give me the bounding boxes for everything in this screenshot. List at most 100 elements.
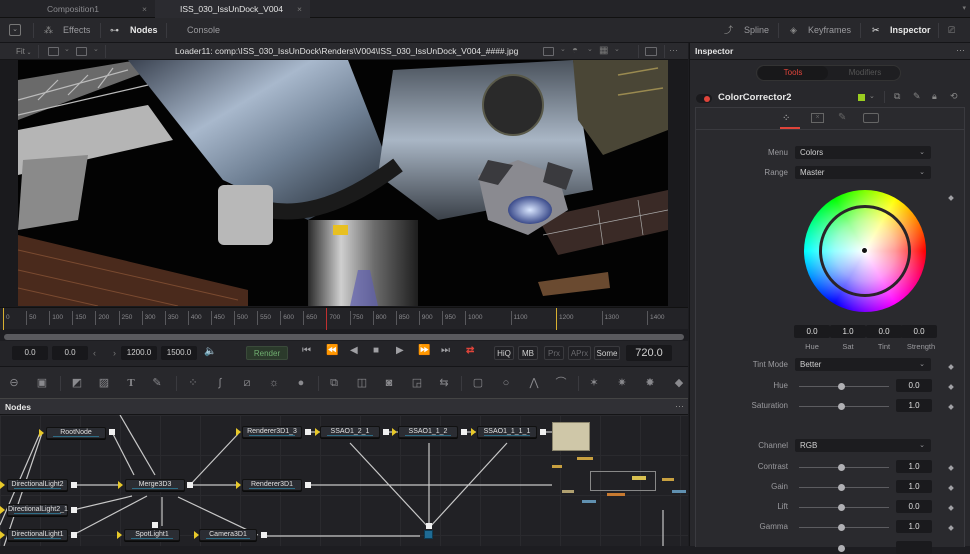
chevron-down-icon[interactable]: ⌄	[93, 45, 99, 53]
emitter-tool-icon[interactable]: ✶	[588, 377, 600, 389]
time-scrollbar[interactable]	[4, 334, 684, 340]
loader-tool-icon[interactable]: ▣	[36, 377, 48, 389]
fullscreen-icon[interactable]: ⎚	[948, 18, 955, 43]
merge-tool-icon[interactable]: ▨	[98, 377, 110, 389]
node-renderer3d1[interactable]: Renderer3D1	[242, 479, 302, 491]
keyframe-icon[interactable]	[948, 384, 954, 390]
text-tool-icon[interactable]: T	[125, 377, 137, 389]
go-to-start-icon[interactable]: ⏮	[302, 345, 311, 356]
node-directionallight2[interactable]: DirectionalLight2	[7, 479, 68, 491]
play-reverse-icon[interactable]: ◀	[350, 345, 358, 356]
hue-slider-knob[interactable]	[838, 383, 845, 390]
particle-render-icon[interactable]: ✸	[644, 377, 656, 389]
tool-color-swatch[interactable]	[858, 94, 865, 101]
matte-tool-icon[interactable]: ●	[295, 377, 307, 389]
keyframe-icon[interactable]	[948, 404, 954, 410]
brightness-slider-knob[interactable]	[838, 545, 845, 552]
polygon-mask-icon[interactable]: ⋀	[528, 377, 540, 389]
color-curves-tool-icon[interactable]: ∫	[214, 377, 226, 389]
color-tab-icon[interactable]: ⁘	[782, 113, 790, 124]
proxy-toggle[interactable]: Prx	[544, 346, 564, 360]
keyframe-icon[interactable]	[948, 465, 954, 471]
play-icon[interactable]: ▶	[396, 345, 404, 356]
contrast-slider-knob[interactable]	[838, 464, 845, 471]
node-ssao1-1-1-1[interactable]: SSAO1_1_1_1	[477, 426, 537, 438]
particle-force-icon[interactable]: ✷	[616, 377, 628, 389]
brightness-field[interactable]	[896, 541, 932, 554]
saturation-field[interactable]: 1.0	[896, 399, 932, 412]
lock-icon[interactable]: 🔒︎	[932, 91, 937, 102]
playhead[interactable]	[326, 308, 328, 330]
chevron-down-icon[interactable]: ⌄	[560, 45, 566, 53]
shape3d-tool-icon[interactable]: ◆	[673, 377, 685, 389]
paint-tool-icon[interactable]: ✎	[151, 377, 163, 389]
gain-field[interactable]: 1.0	[896, 480, 932, 493]
tab-composition1[interactable]: Composition1 ×	[10, 0, 155, 18]
spline-button[interactable]: Spline	[744, 18, 769, 43]
color-corrector-tool-icon[interactable]: ⧄	[241, 377, 253, 389]
color-wheel[interactable]	[804, 190, 926, 312]
levels-tab-icon[interactable]: ×	[811, 113, 824, 123]
chevron-left-icon[interactable]: ‹	[93, 348, 96, 358]
wheel-hue-field[interactable]: 0.0	[794, 325, 830, 338]
wheel-tint-field[interactable]: 0.0	[866, 325, 902, 338]
effects-button[interactable]: Effects	[63, 18, 90, 43]
tab-modifiers[interactable]: Modifiers	[830, 66, 900, 80]
keyframe-icon[interactable]	[948, 485, 954, 491]
motion-blur-toggle[interactable]: MB	[518, 346, 538, 360]
render-end-field[interactable]: 1200.0	[121, 346, 157, 360]
ellipse-mask-icon[interactable]: ○	[500, 377, 512, 389]
nodes-options-button[interactable]: ···	[675, 399, 684, 414]
channel-dropdown[interactable]: RGB ⌄	[795, 439, 931, 452]
stop-icon[interactable]: ■	[373, 345, 379, 356]
tint-mode-dropdown[interactable]: Better ⌄	[795, 358, 931, 371]
global-start-field[interactable]: 0.0	[12, 346, 48, 360]
step-back-icon[interactable]: ⏪	[326, 345, 338, 356]
keyframes-button[interactable]: Keyframes	[808, 18, 851, 43]
global-end-field[interactable]: 1500.0	[161, 346, 197, 360]
go-to-end-icon[interactable]: ⏭	[441, 345, 450, 356]
menu-dropdown[interactable]: Colors ⌄	[795, 146, 931, 159]
chevron-down-icon[interactable]: ⌄	[64, 45, 70, 53]
close-icon[interactable]: ×	[142, 0, 147, 18]
render-button[interactable]: Render	[246, 346, 288, 360]
gain-slider-knob[interactable]	[838, 484, 845, 491]
time-ruler[interactable]: 0 50 100 150 200 250 300 350 400 450 500 550 600 650 7…	[0, 307, 688, 330]
navigator-viewport[interactable]	[590, 471, 656, 491]
fast-noise-tool-icon[interactable]: ◩	[71, 377, 83, 389]
tab-tools[interactable]: Tools	[758, 66, 828, 80]
gamma-field[interactable]: 1.0	[896, 520, 932, 533]
node-renderer3d1-3[interactable]: Renderer3D1_3	[242, 426, 302, 438]
chevron-down-icon[interactable]: ⌄	[614, 45, 620, 53]
gamma-slider-knob[interactable]	[838, 524, 845, 531]
mask-tool-icon[interactable]: ◙	[383, 377, 395, 389]
render-start-marker[interactable]	[3, 308, 4, 330]
brightness-tool-icon[interactable]: ☼	[268, 377, 280, 389]
reset-icon[interactable]: ⟲	[950, 91, 958, 102]
node-graph[interactable]: RootNode DirectionalLight2 DirectionalLi…	[0, 415, 688, 546]
settings-tab-icon[interactable]	[863, 113, 879, 123]
inspector-button[interactable]: Inspector	[890, 18, 931, 43]
hiq-toggle[interactable]: HiQ	[494, 346, 514, 360]
crop-tool-icon[interactable]: ◲	[411, 377, 423, 389]
panel-toggle-icon[interactable]: ⌄	[9, 24, 21, 36]
node-merge3d3[interactable]: Merge3D3	[125, 479, 185, 491]
color-wheel-handle[interactable]	[861, 247, 868, 254]
chevron-down-icon[interactable]: ⌄	[869, 92, 875, 100]
transform-tool-icon[interactable]: ⧉	[328, 377, 340, 389]
keyframe-icon[interactable]	[948, 505, 954, 511]
version-icon[interactable]: ⧉	[894, 91, 900, 102]
roi-icon[interactable]	[76, 47, 87, 56]
safe-frame-icon[interactable]	[543, 47, 554, 56]
current-time-field[interactable]: 720.0	[626, 345, 672, 361]
wheel-strength-field[interactable]: 0.0	[901, 325, 937, 338]
ab-split-icon[interactable]	[645, 47, 657, 56]
node-ssao1-2-1[interactable]: SSAO1_2_1	[320, 426, 380, 438]
lut-icon[interactable]: ◓	[572, 45, 578, 56]
merge-output-node[interactable]	[424, 530, 433, 539]
saturation-slider-knob[interactable]	[838, 403, 845, 410]
keyframe-icon[interactable]	[948, 195, 954, 201]
hue-field[interactable]: 0.0	[896, 379, 932, 392]
keyframe-icon[interactable]	[948, 525, 954, 531]
tab-iss-030[interactable]: ISS_030_IssUnDock_V004 ×	[155, 0, 310, 18]
